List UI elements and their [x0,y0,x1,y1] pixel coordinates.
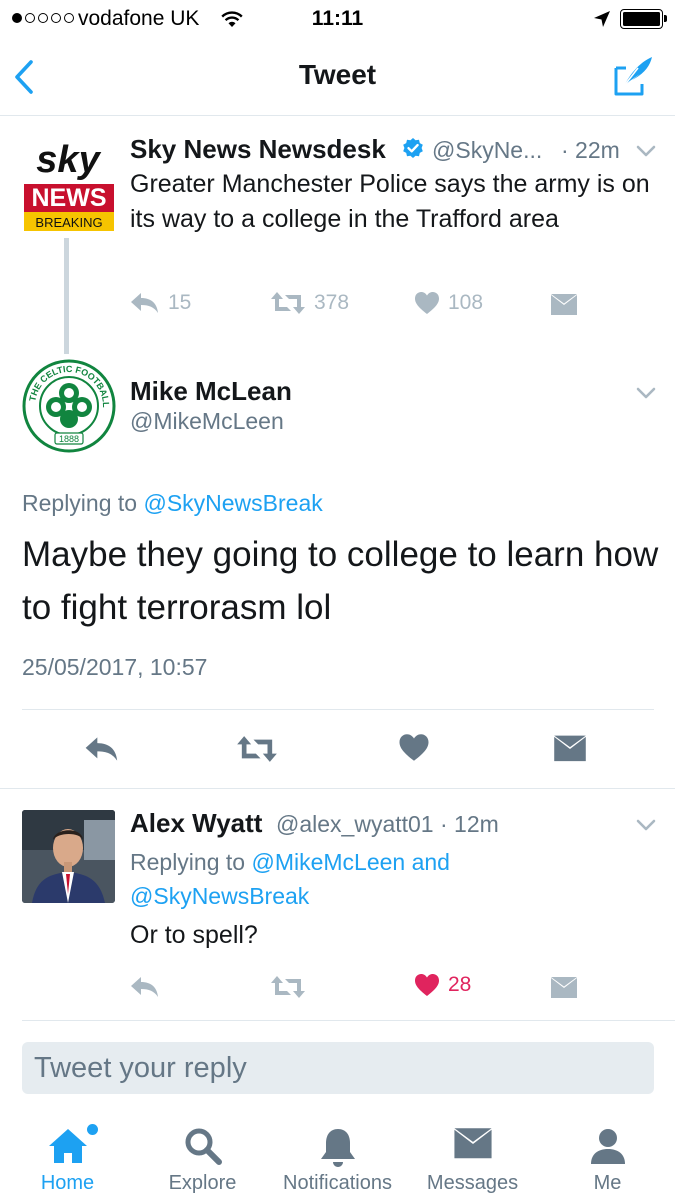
replying-to-prefix: Replying to [130,849,252,875]
tab-label: Notifications [283,1172,392,1194]
like-count: 108 [448,291,484,314]
tweet-age: · 12m [440,811,499,837]
tweet-timestamp: 25/05/2017, 10:57 [22,654,208,680]
tweet-text: Or to spell? [130,921,258,949]
compose-tweet-icon[interactable] [612,54,656,98]
new-content-dot [87,1124,98,1135]
page-title: Tweet [298,59,377,90]
tab-explore[interactable]: Explore [135,1110,270,1200]
author-handle[interactable]: @MikeMcLeen [130,408,284,435]
search-icon [185,1128,222,1165]
reply-icon[interactable] [130,975,160,999]
tab-label: Me [593,1172,622,1194]
chevron-down-icon[interactable] [636,818,656,832]
author-name[interactable]: Mike McLean [130,376,292,407]
envelope-icon [453,1128,492,1159]
reply-count: 15 [168,291,192,314]
replying-to-link[interactable]: @MikeMcLeen [251,849,405,875]
celtic-avatar[interactable]: THE CELTIC FOOTBALL CLUB 1888 [22,359,116,453]
chevron-down-icon[interactable] [636,386,656,400]
retweet-icon [271,292,305,314]
direct-message-icon[interactable] [553,734,587,764]
like-button[interactable]: 108 [414,291,483,315]
reply-icon [131,293,158,313]
replying-to-line: Replying to @MikeMcLeen and @SkyNewsBreak [130,845,650,913]
thread-connector-line [64,238,69,354]
like-button[interactable]: 28 [414,973,471,997]
author-handle[interactable]: @SkyNe... [432,137,542,164]
reply-input[interactable] [22,1042,654,1094]
navigation-bar: Tweet [0,40,675,116]
heart-icon [415,292,439,314]
sky-news-logo: sky NEWS BREAKING [24,140,114,231]
heart-filled-icon [415,974,439,996]
divider [22,709,654,710]
tab-notifications[interactable]: Notifications [270,1110,405,1200]
tab-messages[interactable]: Messages [405,1110,540,1200]
svg-text:1888: 1888 [59,434,79,444]
retweet-button[interactable]: 378 [270,291,349,315]
direct-message-icon[interactable] [550,293,578,317]
tab-me[interactable]: Me [540,1110,675,1200]
tab-label: Home [40,1172,95,1194]
svg-text:NEWS: NEWS [32,184,107,212]
replying-to-and: and [405,849,450,875]
location-arrow-icon [594,11,610,27]
divider [0,788,675,789]
retweet-icon[interactable] [236,735,278,763]
replying-to-link[interactable]: @SkyNewsBreak [130,883,309,909]
retweet-icon[interactable] [270,975,306,999]
replying-to-link[interactable]: @SkyNewsBreak [143,490,322,516]
tweet-text: Greater Manchester Police says the army … [130,170,650,233]
verified-badge-icon [403,138,423,158]
svg-text:BREAKING: BREAKING [35,215,102,230]
chevron-down-icon[interactable] [636,144,656,158]
battery-icon [620,9,667,29]
tab-label: Explore [168,1172,237,1194]
alex-wyatt-avatar[interactable] [22,810,115,903]
sky-news-avatar[interactable]: sky NEWS BREAKING [22,140,116,234]
status-bar: vodafone UK 11:11 [0,0,675,40]
like-count: 28 [448,973,472,996]
home-icon [48,1129,87,1163]
reply-button[interactable]: 15 [130,291,191,315]
author-handle[interactable]: @alex_wyatt01 [276,811,434,838]
status-time: 11:11 [311,7,364,30]
tab-home[interactable]: Home [0,1110,135,1200]
svg-text:sky: sky [36,140,101,181]
reply-icon[interactable] [84,735,120,763]
divider [22,1020,675,1021]
retweet-count: 378 [314,291,350,314]
heart-icon[interactable] [398,733,430,762]
tab-label: Messages [426,1172,519,1194]
tweet-text: Maybe they going to college to learn how… [22,535,659,627]
author-name[interactable]: Sky News Newsdesk [130,134,386,165]
profile-photo [22,810,115,903]
direct-message-icon[interactable] [550,976,578,1000]
author-name[interactable]: Alex Wyatt [130,808,262,839]
tab-bar: Home Explore Notifications Messages Me [0,1110,675,1200]
tweet-age: · 22m [561,137,620,163]
replying-to-prefix: Replying to [22,490,144,516]
person-icon [590,1129,625,1164]
replying-to-line: Replying to @SkyNewsBreak [22,490,323,517]
reply-composer[interactable] [22,1042,654,1094]
bell-icon [320,1129,355,1167]
celtic-crest-logo: THE CELTIC FOOTBALL CLUB 1888 [22,359,116,453]
